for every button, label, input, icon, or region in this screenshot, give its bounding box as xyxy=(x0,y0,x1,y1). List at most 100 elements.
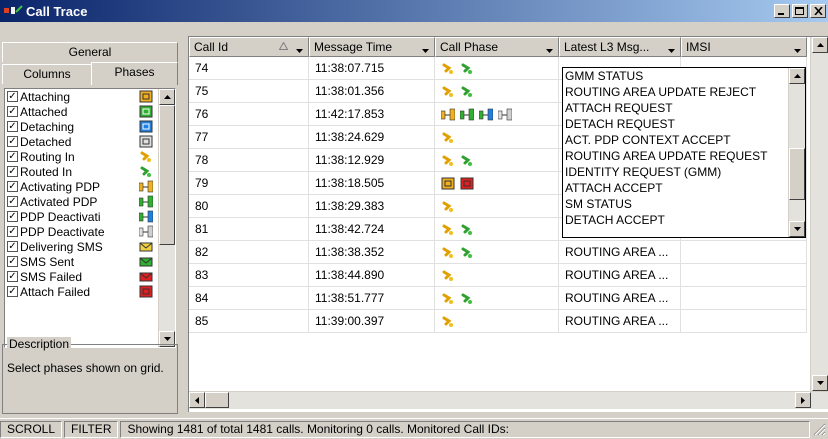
phase-item[interactable]: ✓ PDP Deactivati xyxy=(5,209,157,224)
cell-call-phase xyxy=(435,287,559,310)
dropdown-option[interactable]: DETACH REQUEST xyxy=(563,116,805,132)
phase-label: PDP Deactivati xyxy=(20,209,101,224)
description-text: Select phases shown on grid. xyxy=(7,361,164,375)
table-row[interactable]: 84 11:38:51.777 ROUTING AREA ... xyxy=(189,287,807,310)
filter-dropdown-icon[interactable] xyxy=(667,44,676,53)
checkbox[interactable]: ✓ xyxy=(7,151,18,162)
column-header-imsi[interactable]: IMSI xyxy=(681,37,807,57)
checkbox[interactable]: ✓ xyxy=(7,196,18,207)
grid-horizontal-scrollbar[interactable] xyxy=(189,391,828,409)
checkbox[interactable]: ✓ xyxy=(7,106,18,117)
grid-vertical-scrollbar[interactable] xyxy=(810,37,828,391)
routing-in-icon xyxy=(441,85,455,98)
checkbox[interactable]: ✓ xyxy=(7,226,18,237)
phase-item[interactable]: ✓ SMS Sent xyxy=(5,254,157,269)
phase-item[interactable]: ✓ Routed In xyxy=(5,164,157,179)
tab-general[interactable]: General xyxy=(2,42,178,62)
dropdown-option[interactable]: ATTACH REQUEST xyxy=(563,100,805,116)
filter-dropdown-icon[interactable] xyxy=(295,44,304,53)
cell-message-time: 11:38:24.629 xyxy=(309,126,435,149)
phase-item[interactable]: ✓ Delivering SMS xyxy=(5,239,157,254)
phase-item[interactable]: ✓ Attaching xyxy=(5,89,157,104)
status-message: Showing 1481 of total 1481 calls. Monito… xyxy=(120,420,810,438)
column-header-call-id[interactable]: Call Id xyxy=(189,37,309,57)
checkbox[interactable]: ✓ xyxy=(7,271,18,282)
scroll-up-button[interactable] xyxy=(812,37,828,53)
filter-dropdown-icon[interactable] xyxy=(421,44,430,53)
phase-label: SMS Failed xyxy=(20,269,83,284)
scroll-up-button[interactable] xyxy=(159,89,175,105)
cell-call-phase xyxy=(435,103,559,126)
checkbox[interactable]: ✓ xyxy=(7,256,18,267)
scroll-thumb[interactable] xyxy=(159,105,175,245)
checkbox[interactable]: ✓ xyxy=(7,211,18,222)
scroll-up-button[interactable] xyxy=(789,68,805,84)
column-header-message-time[interactable]: Message Time xyxy=(309,37,435,57)
checkbox[interactable]: ✓ xyxy=(7,286,18,297)
filter-dropdown-icon[interactable] xyxy=(793,44,802,53)
dropdown-option[interactable]: GMM STATUS xyxy=(563,68,805,84)
dropdown-option[interactable]: IDENTITY REQUEST (GMM) xyxy=(563,164,805,180)
scroll-down-button[interactable] xyxy=(789,221,805,237)
scroll-thumb[interactable] xyxy=(789,148,805,200)
phase-label: Attached xyxy=(20,104,68,119)
phase-label: Detached xyxy=(20,134,72,149)
description-legend: Description xyxy=(7,337,72,351)
dropdown-option[interactable]: SM STATUS xyxy=(563,196,805,212)
table-row[interactable]: 82 11:38:38.352 ROUTING AREA ... xyxy=(189,241,807,264)
tab-columns[interactable]: Columns xyxy=(2,64,92,84)
minimize-button[interactable] xyxy=(774,4,790,18)
phase-item[interactable]: ✓ PDP Deactivate xyxy=(5,224,157,239)
phase-item[interactable]: ✓ Routing In xyxy=(5,149,157,164)
phase-item[interactable]: ✓ Detaching xyxy=(5,119,157,134)
checkbox[interactable]: ✓ xyxy=(7,241,18,252)
description-group: Description Select phases shown on grid. xyxy=(2,337,178,414)
cell-message-time: 11:38:51.777 xyxy=(309,287,435,310)
scroll-right-button[interactable] xyxy=(795,392,811,408)
cell-message-time: 11:38:44.890 xyxy=(309,264,435,287)
dropdown-option[interactable]: DETACH ACCEPT xyxy=(563,212,805,228)
maximize-button[interactable] xyxy=(792,4,808,18)
phase-item[interactable]: ✓ Detached xyxy=(5,134,157,149)
cell-call-phase xyxy=(435,126,559,149)
phase-item[interactable]: ✓ Activated PDP xyxy=(5,194,157,209)
attached-icon xyxy=(139,105,153,118)
phase-item[interactable]: ✓ SMS Failed xyxy=(5,269,157,284)
phase-item[interactable]: ✓ Attached xyxy=(5,104,157,119)
checkbox[interactable]: ✓ xyxy=(7,166,18,177)
dropdown-option[interactable]: ATTACH ACCEPT xyxy=(563,180,805,196)
l3-filter-dropdown[interactable]: GMM STATUS ROUTING AREA UPDATE REJECT ATTA… xyxy=(562,67,806,238)
checkbox[interactable]: ✓ xyxy=(7,91,18,102)
window-title: Call Trace xyxy=(26,3,88,19)
scroll-thumb[interactable] xyxy=(205,392,229,408)
attaching-icon xyxy=(441,177,455,190)
resize-grip-icon[interactable] xyxy=(812,422,826,436)
cell-call-id: 84 xyxy=(189,287,309,310)
close-icon xyxy=(813,7,823,15)
checkbox[interactable]: ✓ xyxy=(7,136,18,147)
dropdown-option[interactable]: ROUTING AREA UPDATE REQUEST xyxy=(563,148,805,164)
checkbox[interactable]: ✓ xyxy=(7,181,18,192)
phase-item[interactable]: ✓ Attach Failed xyxy=(5,284,157,299)
close-button[interactable] xyxy=(810,4,826,18)
phase-list: ✓ Attaching ✓ Attached ✓ Detaching ✓ Detached ✓ R… xyxy=(5,89,157,299)
phase-item[interactable]: ✓ Activating PDP xyxy=(5,179,157,194)
table-row[interactable]: 83 11:38:44.890 ROUTING AREA ... xyxy=(189,264,807,287)
phase-list-scrollbar[interactable] xyxy=(158,89,175,347)
scroll-left-button[interactable] xyxy=(189,392,205,408)
column-header-call-phase[interactable]: Call Phase xyxy=(435,37,559,57)
cell-call-phase xyxy=(435,218,559,241)
detaching-icon xyxy=(139,120,153,133)
dropdown-scrollbar[interactable] xyxy=(788,68,805,237)
filter-dropdown-icon[interactable] xyxy=(545,44,554,53)
dropdown-option[interactable]: ROUTING AREA UPDATE REJECT xyxy=(563,84,805,100)
tab-phases[interactable]: Phases xyxy=(91,62,178,85)
table-row[interactable]: 85 11:39:00.397 ROUTING AREA ... xyxy=(189,310,807,333)
minimize-icon xyxy=(778,13,784,15)
dropdown-option[interactable]: ACT. PDP CONTEXT ACCEPT xyxy=(563,132,805,148)
column-header-latest-l3-msg[interactable]: Latest L3 Msg... xyxy=(559,37,681,57)
checkbox[interactable]: ✓ xyxy=(7,121,18,132)
cell-call-phase xyxy=(435,149,559,172)
scroll-down-button[interactable] xyxy=(812,375,828,391)
cell-call-id: 79 xyxy=(189,172,309,195)
